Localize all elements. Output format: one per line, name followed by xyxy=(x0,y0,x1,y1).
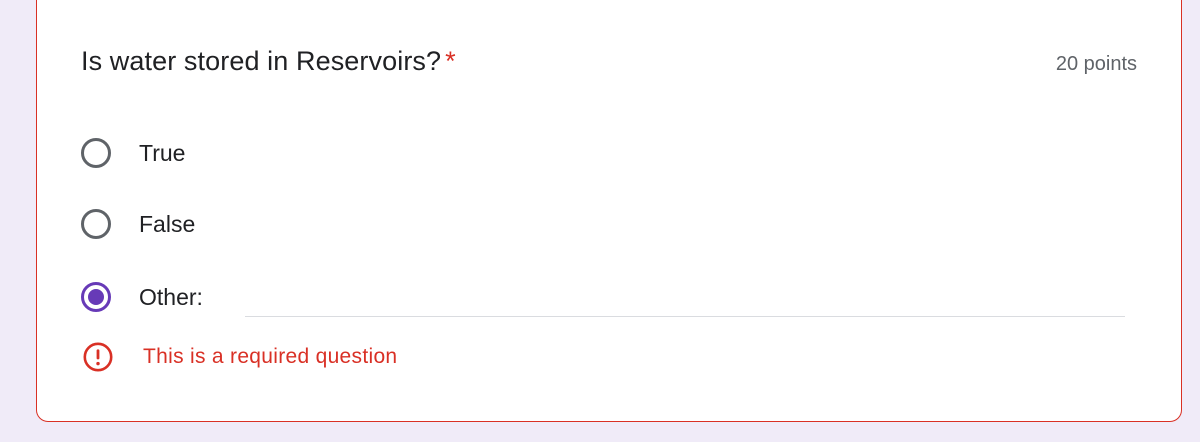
question-card: Is water stored in Reservoirs? * 20 point… xyxy=(36,0,1182,422)
other-text-input[interactable] xyxy=(245,283,1125,317)
radio-selected-dot xyxy=(88,289,104,305)
points-label: 20 points xyxy=(1055,53,1137,75)
radio-false[interactable] xyxy=(81,209,111,239)
radio-true[interactable] xyxy=(81,138,111,168)
option-other[interactable]: Other: xyxy=(81,277,203,317)
option-false[interactable]: False xyxy=(81,204,195,244)
error-message-row: This is a required question xyxy=(83,342,397,372)
question-title-text: Is water stored in Reservoirs? xyxy=(81,46,442,76)
error-message-text: This is a required question xyxy=(143,345,398,368)
option-label-true: True xyxy=(139,139,186,166)
option-label-other: Other: xyxy=(139,283,203,310)
error-icon xyxy=(83,342,113,372)
radio-other[interactable] xyxy=(81,282,111,312)
option-label-false: False xyxy=(139,210,196,237)
required-asterisk: * xyxy=(445,46,456,76)
question-title: Is water stored in Reservoirs? * xyxy=(81,46,456,77)
option-true[interactable]: True xyxy=(81,133,185,173)
